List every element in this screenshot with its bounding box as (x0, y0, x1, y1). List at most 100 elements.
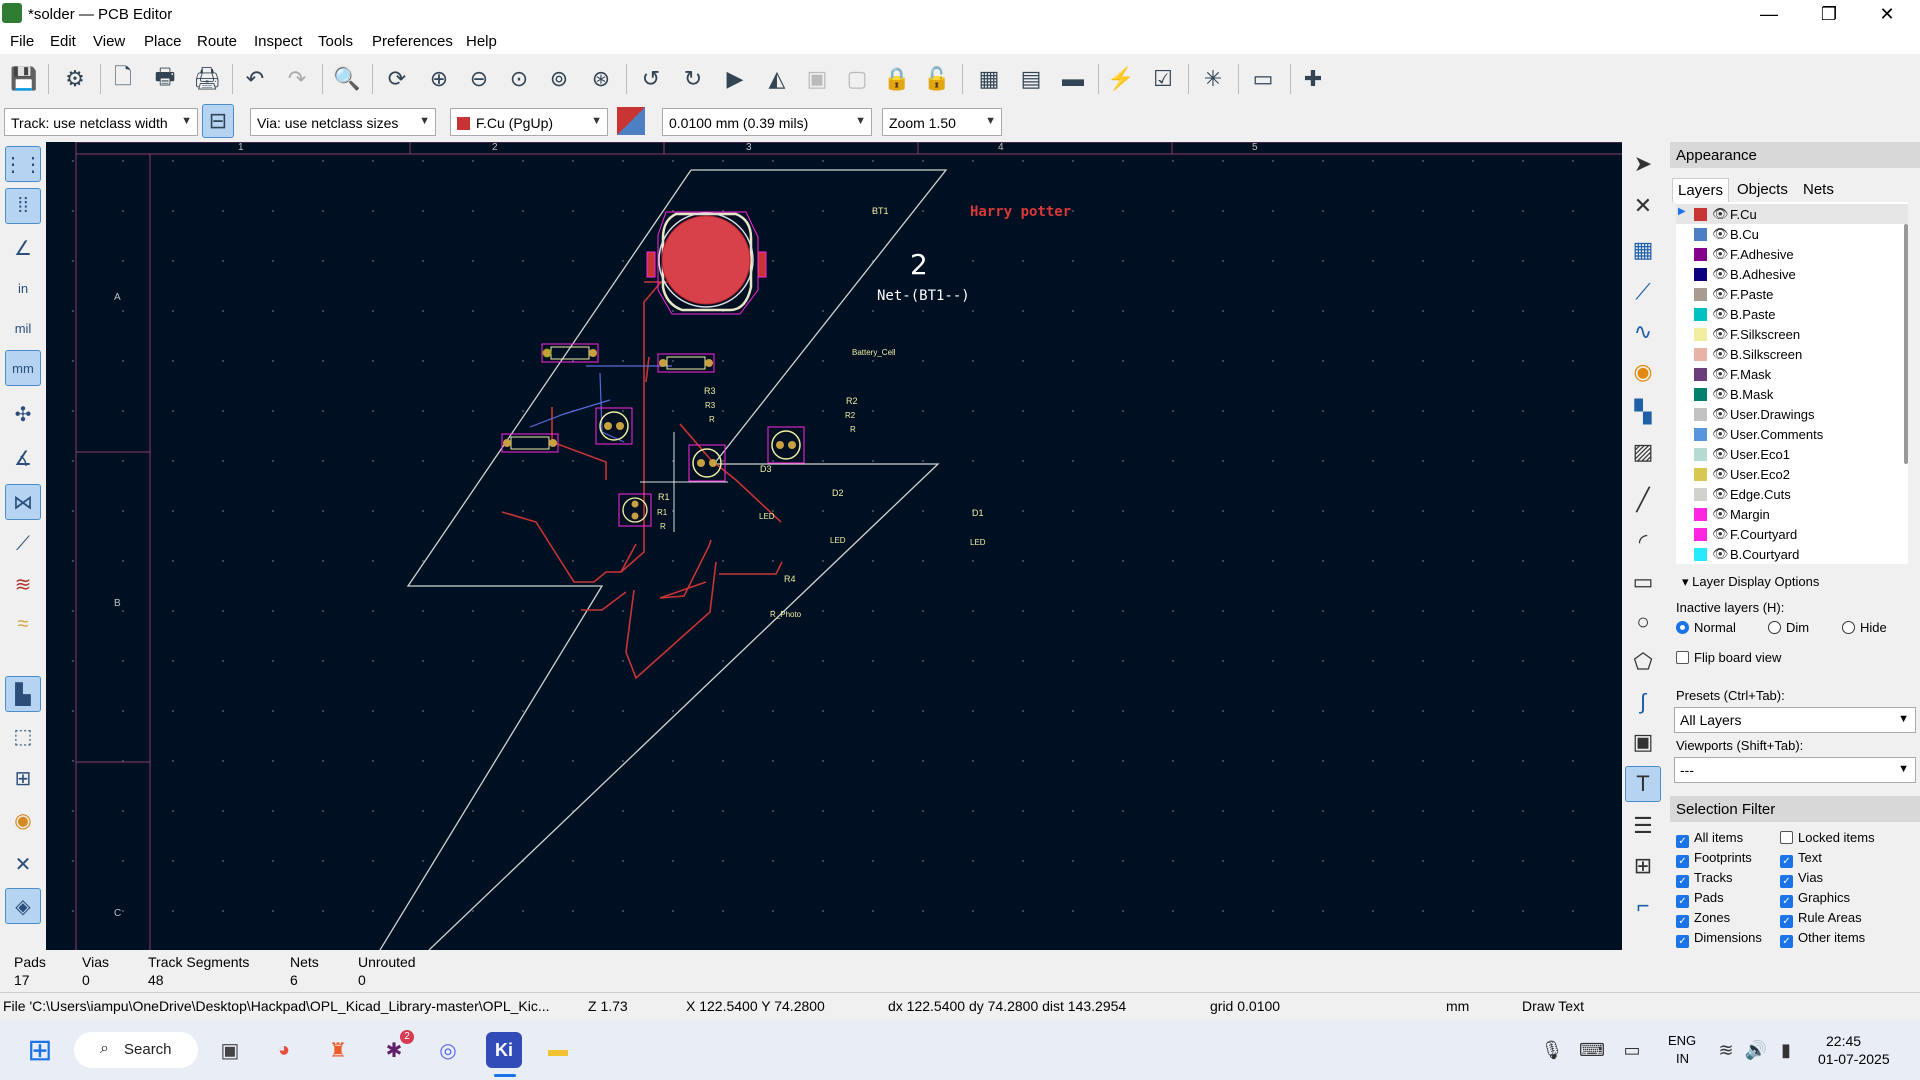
eye-icon[interactable]: 👁 (1712, 526, 1729, 542)
filter-all-items[interactable]: ✓ All items (1676, 830, 1743, 848)
layer-color-swatch[interactable] (1694, 228, 1707, 241)
eye-icon[interactable]: 👁 (1712, 246, 1729, 262)
layer-pair-icon[interactable] (614, 104, 648, 138)
eye-icon[interactable]: 👁 (1712, 266, 1729, 282)
eye-icon[interactable]: 👁 (1712, 446, 1729, 462)
lock-icon[interactable]: 🔒 (880, 62, 914, 96)
layer-row-b-adhesive[interactable]: 👁 B.Adhesive (1676, 264, 1908, 284)
discord-icon[interactable]: ◎ (430, 1032, 466, 1068)
local-ratsnest-icon[interactable]: ✕ (1625, 188, 1661, 224)
footprint-editor-icon[interactable]: ▬ (1056, 62, 1090, 96)
layer-row-b-courtyard[interactable]: 👁 B.Courtyard (1676, 544, 1908, 564)
layer-row-b-paste[interactable]: 👁 B.Paste (1676, 304, 1908, 324)
layer-color-swatch[interactable] (1694, 468, 1707, 481)
file-explorer-icon[interactable]: ▬ (540, 1032, 576, 1068)
eye-icon[interactable]: 👁 (1712, 386, 1729, 402)
layer-row-b-silkscreen[interactable]: 👁 B.Silkscreen (1676, 344, 1908, 364)
net-inspector-icon[interactable]: ⊞ (5, 760, 41, 796)
filter-pads[interactable]: ✓ Pads (1676, 890, 1724, 908)
plot-icon[interactable]: 🖨 (190, 62, 224, 96)
menu-place[interactable]: Place (144, 33, 182, 50)
filter-locked-items[interactable]: Locked items (1780, 830, 1875, 845)
interactive-router-icon[interactable]: ✳ (1196, 62, 1230, 96)
display-icon[interactable]: ▭ (1614, 1032, 1650, 1068)
layer-select[interactable]: F.Cu (PgUp) ▼ (450, 108, 608, 136)
layer-row-f-silkscreen[interactable]: 👁 F.Silkscreen (1676, 324, 1908, 344)
menu-route[interactable]: Route (197, 33, 237, 50)
plugin-icon[interactable]: ✚ (1296, 62, 1330, 96)
layer-color-swatch[interactable] (1694, 508, 1707, 521)
eye-icon[interactable]: 👁 (1712, 406, 1729, 422)
filter-other-items[interactable]: ✓ Other items (1780, 930, 1865, 948)
eye-icon[interactable]: 👁 (1712, 286, 1729, 302)
angle-constraint-icon[interactable]: ∡ (5, 440, 41, 476)
add-zone-icon[interactable]: ▚ (1625, 394, 1661, 430)
draw-arc-icon[interactable]: ◜ (1625, 524, 1661, 560)
layer-row-user-drawings[interactable]: 👁 User.Drawings (1676, 404, 1908, 424)
grid-overrides-icon[interactable]: ⁞⁞ (5, 188, 41, 224)
eye-icon[interactable]: 👁 (1712, 506, 1729, 522)
minimize-button[interactable]: — (1746, 2, 1792, 26)
undo-icon[interactable]: ↶ (238, 62, 272, 96)
via-size-select[interactable]: Via: use netclass sizes ▼ (250, 108, 436, 136)
draw-bezier-icon[interactable]: ∫ (1625, 684, 1661, 720)
layer-row-edge-cuts[interactable]: 👁 Edge.Cuts (1676, 484, 1908, 504)
layer-color-swatch[interactable] (1694, 248, 1707, 261)
layer-color-swatch[interactable] (1694, 548, 1707, 561)
eye-icon[interactable]: 👁 (1712, 226, 1729, 242)
tab-objects[interactable]: Objects (1732, 178, 1793, 201)
group-icon[interactable]: ▣ (800, 62, 834, 96)
layer-color-swatch[interactable] (1694, 308, 1707, 321)
print-icon[interactable]: 🖶 (148, 62, 182, 96)
polar-coordinates-icon[interactable]: ∠ (5, 230, 41, 266)
menu-help[interactable]: Help (466, 33, 497, 50)
battery-icon[interactable]: ▮ (1768, 1032, 1804, 1068)
schematic-icon[interactable]: ⚡ (1104, 62, 1138, 96)
filter-footprints[interactable]: ✓ Footprints (1676, 850, 1752, 868)
layer-row-f-paste[interactable]: 👁 F.Paste (1676, 284, 1908, 304)
layer-row-user-eco2[interactable]: 👁 User.Eco2 (1676, 464, 1908, 484)
pad-display-icon[interactable]: ◉ (5, 802, 41, 838)
draw-polygon-icon[interactable]: ⬠ (1625, 644, 1661, 680)
close-button[interactable]: ✕ (1864, 2, 1910, 26)
layer-row-margin[interactable]: 👁 Margin (1676, 504, 1908, 524)
unlock-icon[interactable]: 🔓 (920, 62, 954, 96)
eye-icon[interactable]: 👁 (1712, 486, 1729, 502)
taskbar-search[interactable]: ⌕ Search (74, 1032, 198, 1068)
layer-color-swatch[interactable] (1694, 348, 1707, 361)
layer-row-f-adhesive[interactable]: 👁 F.Adhesive (1676, 244, 1908, 264)
add-dimension-icon[interactable]: ⌐ (1625, 888, 1661, 924)
filter-graphics[interactable]: ✓ Graphics (1780, 890, 1850, 908)
eye-icon[interactable]: 👁 (1712, 206, 1729, 222)
layer-row-f-cu[interactable]: ▶ 👁 F.Cu (1676, 204, 1908, 224)
zoom-fit-icon[interactable]: ⊙ (502, 62, 536, 96)
layer-color-swatch[interactable] (1694, 328, 1707, 341)
zone-outline-icon[interactable]: ⬚ (5, 718, 41, 754)
keyboard-icon[interactable]: ⌨ (1574, 1032, 1610, 1068)
chrome-icon[interactable]: ◕ (266, 1032, 302, 1068)
filter-tracks[interactable]: ✓ Tracks (1676, 870, 1733, 888)
page-settings-icon[interactable]: 🗋 (106, 62, 140, 96)
high-contrast-icon[interactable]: ≈ (5, 606, 41, 642)
add-text-icon[interactable]: T (1625, 766, 1661, 802)
track-width-select[interactable]: Track: use netclass width ▼ (4, 108, 198, 136)
inactive-normal-radio[interactable]: Normal (1676, 620, 1736, 635)
pcb-canvas[interactable]: 1 2 3 4 5 A B C Harry potter BT1 2 Net-(… (46, 142, 1622, 950)
add-textbox-icon[interactable]: ☰ (1625, 808, 1661, 844)
footprint-browser-icon[interactable]: ▤ (1014, 62, 1048, 96)
menu-view[interactable]: View (93, 33, 125, 50)
zoom-select[interactable]: Zoom 1.50 ▼ (882, 108, 1002, 136)
layers-manager-icon[interactable]: ◈ (5, 888, 41, 924)
eye-icon[interactable]: 👁 (1712, 346, 1729, 362)
find-icon[interactable]: 🔍 (330, 62, 364, 96)
layer-color-swatch[interactable] (1694, 268, 1707, 281)
units-inches-icon[interactable]: in (5, 270, 41, 306)
add-via-icon[interactable]: ◉ (1625, 354, 1661, 390)
silkscreen-text[interactable]: Harry potter (970, 204, 1071, 220)
filter-text[interactable]: ✓ Text (1780, 850, 1822, 868)
ungroup-icon[interactable]: ▢ (840, 62, 874, 96)
menu-tools[interactable]: Tools (318, 33, 353, 50)
layer-row-user-comments[interactable]: 👁 User.Comments (1676, 424, 1908, 444)
add-table-icon[interactable]: ⊞ (1625, 848, 1661, 884)
clock-time[interactable]: 22:45 (1826, 1033, 1861, 1049)
